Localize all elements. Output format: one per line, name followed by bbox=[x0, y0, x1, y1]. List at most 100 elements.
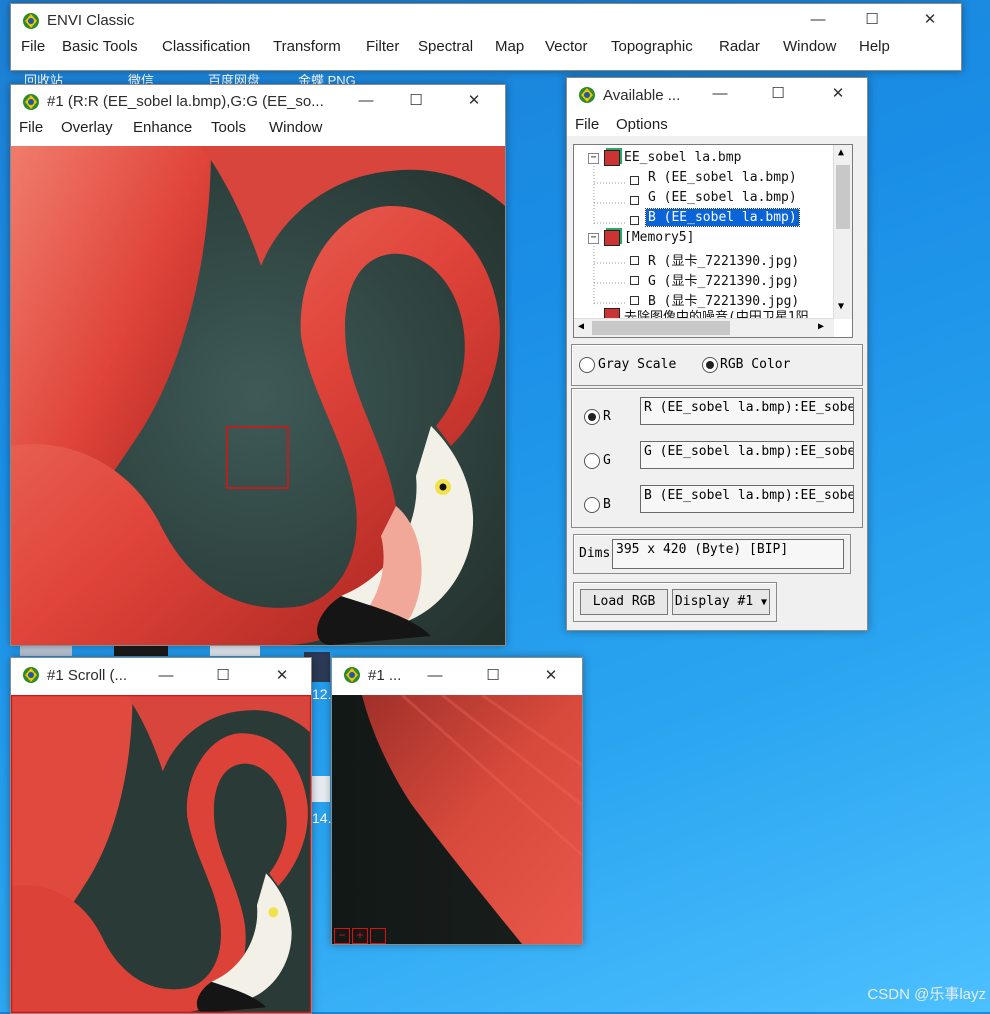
maximize-icon[interactable]: ☐ bbox=[478, 663, 508, 689]
rgb-color-radio[interactable] bbox=[702, 357, 718, 373]
close-icon[interactable]: ✕ bbox=[915, 7, 945, 33]
menu-map[interactable]: Map bbox=[495, 38, 524, 55]
menu-basic-tools[interactable]: Basic Tools bbox=[62, 38, 138, 55]
maximize-icon[interactable]: ☐ bbox=[401, 88, 431, 114]
image-window: #1 (R:R (EE_sobel la.bmp),G:G (EE_so... … bbox=[10, 84, 506, 646]
zoom-image-canvas[interactable]: − + bbox=[332, 695, 582, 944]
tree-item-file[interactable]: 去除图像中的噪音(中田卫星1阳 bbox=[588, 305, 830, 319]
scroll-image-canvas[interactable] bbox=[11, 695, 311, 1013]
close-icon[interactable]: ✕ bbox=[536, 663, 566, 689]
file-stack-icon bbox=[604, 230, 620, 246]
scroll-up-icon[interactable]: ▲ bbox=[838, 147, 844, 158]
envi-main-titlebar[interactable]: ENVI Classic — ☐ ✕ bbox=[11, 4, 961, 36]
envi-logo-icon bbox=[579, 87, 595, 103]
envi-logo-icon bbox=[23, 667, 39, 683]
minimize-icon[interactable]: — bbox=[803, 7, 833, 33]
flamingo-thumbnail bbox=[11, 695, 311, 1013]
menu-topographic[interactable]: Topographic bbox=[611, 38, 693, 55]
scroll-right-icon[interactable]: ▶ bbox=[818, 321, 824, 332]
minimize-icon[interactable]: — bbox=[705, 81, 735, 107]
envi-logo-icon bbox=[23, 13, 39, 29]
file-stack-icon bbox=[604, 150, 620, 166]
available-bands-title: Available ... bbox=[603, 87, 681, 104]
zoom-out-icon[interactable]: − bbox=[334, 928, 350, 944]
close-icon[interactable]: ✕ bbox=[459, 88, 489, 114]
scroll-thumb[interactable] bbox=[836, 165, 850, 229]
envi-main-menubar: File Basic Tools Classification Transfor… bbox=[11, 36, 961, 68]
scroll-window: #1 Scroll (... — ☐ ✕ bbox=[10, 657, 312, 1014]
envi-logo-icon bbox=[23, 94, 39, 110]
scroll-down-icon[interactable]: ▼ bbox=[838, 301, 844, 312]
minimize-icon[interactable]: — bbox=[351, 88, 381, 114]
gray-scale-radio[interactable] bbox=[579, 357, 595, 373]
menu-vector[interactable]: Vector bbox=[545, 38, 588, 55]
zoom-window-titlebar[interactable]: #1 ... — ☐ ✕ bbox=[332, 658, 582, 694]
close-icon[interactable]: ✕ bbox=[267, 663, 297, 689]
scroll-thumb[interactable] bbox=[592, 321, 730, 335]
menu-overlay[interactable]: Overlay bbox=[61, 119, 113, 136]
menu-tools[interactable]: Tools bbox=[211, 119, 246, 136]
desktop-file-thumb[interactable] bbox=[312, 776, 330, 802]
channel-b-field[interactable]: B (EE_sobel la.bmp):EE_sobel bbox=[640, 485, 854, 513]
menu-file[interactable]: File bbox=[21, 38, 45, 55]
channel-r-field[interactable]: R (EE_sobel la.bmp):EE_sobel bbox=[640, 397, 854, 425]
close-icon[interactable]: ✕ bbox=[823, 81, 853, 107]
maximize-icon[interactable]: ☐ bbox=[857, 7, 887, 33]
available-bands-titlebar[interactable]: Available ... — ☐ ✕ bbox=[567, 78, 867, 110]
available-bands-menubar: File Options bbox=[567, 110, 867, 136]
minimize-icon[interactable]: — bbox=[151, 663, 181, 689]
channel-r-radio[interactable] bbox=[584, 409, 600, 425]
flamingo-image-canvas[interactable] bbox=[11, 146, 505, 645]
desktop-file-number: 12. bbox=[312, 686, 332, 702]
image-window-title: #1 (R:R (EE_sobel la.bmp),G:G (EE_so... bbox=[47, 93, 324, 110]
scroll-left-icon[interactable]: ◀ bbox=[578, 321, 584, 332]
minimize-icon[interactable]: — bbox=[420, 663, 450, 689]
zoom-crosshair-icon[interactable] bbox=[370, 928, 386, 944]
rgb-channel-group: R R (EE_sobel la.bmp):EE_sobel G G (EE_s… bbox=[571, 388, 863, 528]
menu-enhance[interactable]: Enhance bbox=[133, 119, 192, 136]
menu-options[interactable]: Options bbox=[616, 116, 668, 133]
zoom-window-title: #1 ... bbox=[368, 667, 402, 684]
band-checkbox-icon bbox=[630, 276, 639, 285]
available-bands-window: Available ... — ☐ ✕ File Options − EE_so… bbox=[566, 77, 868, 631]
gray-scale-label: Gray Scale bbox=[598, 357, 677, 372]
channel-b-label: B bbox=[603, 497, 611, 512]
rgb-color-label: RGB Color bbox=[720, 357, 791, 372]
maximize-icon[interactable]: ☐ bbox=[208, 663, 238, 689]
channel-b-radio[interactable] bbox=[584, 497, 600, 513]
watermark: CSDN @乐事layz bbox=[867, 986, 986, 1003]
scroll-window-title: #1 Scroll (... bbox=[47, 667, 128, 684]
menu-window[interactable]: Window bbox=[783, 38, 836, 55]
collapse-icon[interactable]: − bbox=[588, 153, 599, 164]
collapse-icon[interactable]: − bbox=[588, 233, 599, 244]
load-rgb-button[interactable]: Load RGB bbox=[580, 589, 668, 615]
band-checkbox-icon bbox=[630, 176, 639, 185]
dims-label: Dims bbox=[579, 546, 611, 561]
display-select-button[interactable]: Display #1 ▼ bbox=[672, 589, 770, 615]
scroll-window-titlebar[interactable]: #1 Scroll (... — ☐ ✕ bbox=[11, 658, 311, 694]
menu-radar[interactable]: Radar bbox=[719, 38, 760, 55]
tree-vertical-scrollbar[interactable]: ▲ ▼ bbox=[833, 145, 852, 319]
menu-help[interactable]: Help bbox=[859, 38, 890, 55]
menu-filter[interactable]: Filter bbox=[366, 38, 399, 55]
chevron-down-icon: ▼ bbox=[761, 597, 768, 608]
flamingo-image bbox=[11, 146, 505, 645]
desktop-file-number: 14. bbox=[312, 810, 332, 826]
zoom-in-icon[interactable]: + bbox=[352, 928, 368, 944]
menu-spectral[interactable]: Spectral bbox=[418, 38, 473, 55]
menu-classification[interactable]: Classification bbox=[162, 38, 250, 55]
action-buttons-group: Load RGB Display #1 ▼ bbox=[573, 582, 777, 622]
channel-g-radio[interactable] bbox=[584, 453, 600, 469]
channel-g-field[interactable]: G (EE_sobel la.bmp):EE_sobel bbox=[640, 441, 854, 469]
envi-main-window: ENVI Classic — ☐ ✕ File Basic Tools Clas… bbox=[10, 3, 962, 71]
menu-file[interactable]: File bbox=[19, 119, 43, 136]
menu-transform[interactable]: Transform bbox=[273, 38, 341, 55]
channel-g-label: G bbox=[603, 453, 611, 468]
dims-group: Dims 395 x 420 (Byte) [BIP] bbox=[573, 534, 851, 574]
band-tree: − EE_sobel la.bmp R (EE_sobel la.bmp) G … bbox=[573, 144, 853, 338]
image-window-titlebar[interactable]: #1 (R:R (EE_sobel la.bmp),G:G (EE_so... … bbox=[11, 85, 505, 117]
tree-horizontal-scrollbar[interactable]: ◀ ▶ bbox=[574, 318, 834, 337]
maximize-icon[interactable]: ☐ bbox=[763, 81, 793, 107]
menu-window[interactable]: Window bbox=[269, 119, 322, 136]
menu-file[interactable]: File bbox=[575, 116, 599, 133]
